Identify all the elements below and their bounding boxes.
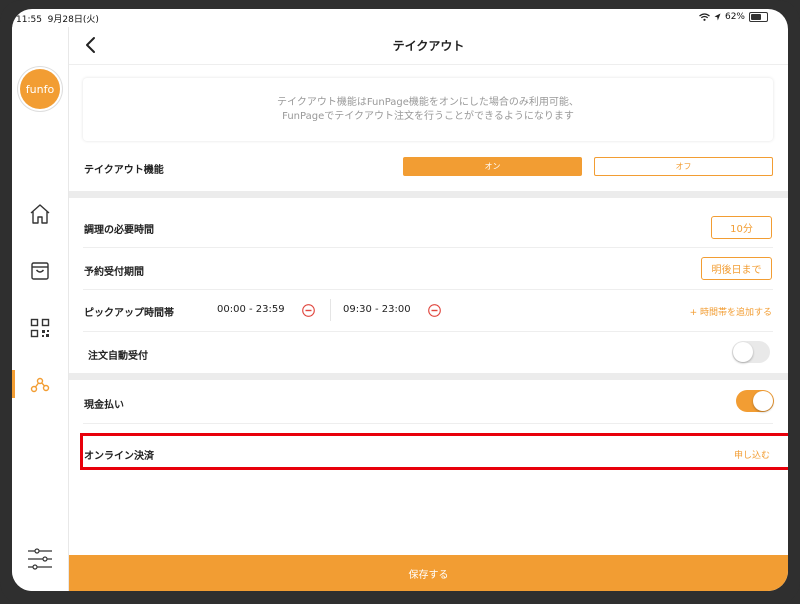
divider [83, 247, 773, 248]
remove-range-2-icon[interactable] [428, 304, 441, 317]
main-content: テイクアウト テイクアウト機能はFunPage機能をオンにした場合のみ利用可能、… [69, 27, 788, 591]
page-title: テイクアウト [392, 39, 465, 53]
sidebar: funfo [12, 27, 69, 591]
range-separator [330, 299, 331, 321]
info-line-1: テイクアウト機能はFunPage機能をオンにした場合のみ利用可能、 [277, 96, 579, 108]
pickup-range-2[interactable]: 09:30 - 23:00 [343, 304, 411, 315]
status-time: 11:55 [16, 15, 42, 25]
status-date: 9月28日(火) [47, 15, 99, 25]
reserve-period-button[interactable]: 明後日まで [701, 257, 772, 280]
status-bar: 11:55 9月28日(火) 62% [12, 9, 788, 27]
battery-percent: 62% [724, 12, 745, 22]
location-icon [714, 13, 721, 21]
divider [83, 423, 773, 424]
home-icon[interactable] [28, 202, 52, 226]
divider [83, 289, 773, 290]
pickup-label: ピックアップ時間帯 [84, 308, 174, 319]
header: テイクアウト [69, 27, 788, 65]
takeout-on-button[interactable]: オン [403, 157, 582, 176]
takeout-off-button[interactable]: オフ [594, 157, 773, 176]
add-time-slot-link[interactable]: + 時間帯を追加する [690, 305, 772, 318]
prep-time-label: 調理の必要時間 [84, 225, 154, 236]
auto-accept-toggle[interactable] [732, 341, 770, 363]
screen: 11:55 9月28日(火) 62% funfo テイクアウト テイクアウト機能… [12, 9, 788, 591]
pickup-range-1[interactable]: 00:00 - 23:59 [217, 304, 285, 315]
save-button[interactable]: 保存する [69, 555, 788, 591]
share-nodes-icon[interactable] [28, 373, 52, 397]
info-box: テイクアウト機能はFunPage機能をオンにした場合のみ利用可能、 FunPag… [83, 78, 773, 141]
cash-label: 現金払い [84, 400, 124, 411]
battery-icon [749, 12, 768, 22]
takeout-label: テイクアウト機能 [84, 165, 164, 176]
remove-range-1-icon[interactable] [302, 304, 315, 317]
sliders-icon[interactable] [27, 547, 53, 571]
device-frame: 11:55 9月28日(火) 62% funfo テイクアウト テイクアウト機能… [0, 0, 800, 604]
qr-code-icon[interactable] [28, 316, 52, 340]
divider [83, 331, 773, 332]
bag-icon[interactable] [28, 259, 52, 283]
wifi-icon [699, 13, 710, 21]
cash-toggle[interactable] [736, 390, 774, 412]
prep-time-button[interactable]: 10分 [711, 216, 772, 239]
logo-text: funfo [25, 82, 55, 96]
section-gap [69, 373, 788, 380]
reserve-label: 予約受付期間 [84, 267, 144, 278]
info-line-2: FunPageでテイクアウト注文を行うことができるようになります [282, 110, 574, 122]
active-indicator [12, 370, 15, 398]
funfo-logo[interactable]: funfo [20, 69, 60, 109]
section-gap [69, 191, 788, 198]
auto-accept-label: 注文自動受付 [88, 351, 148, 362]
highlight-box [80, 433, 788, 470]
